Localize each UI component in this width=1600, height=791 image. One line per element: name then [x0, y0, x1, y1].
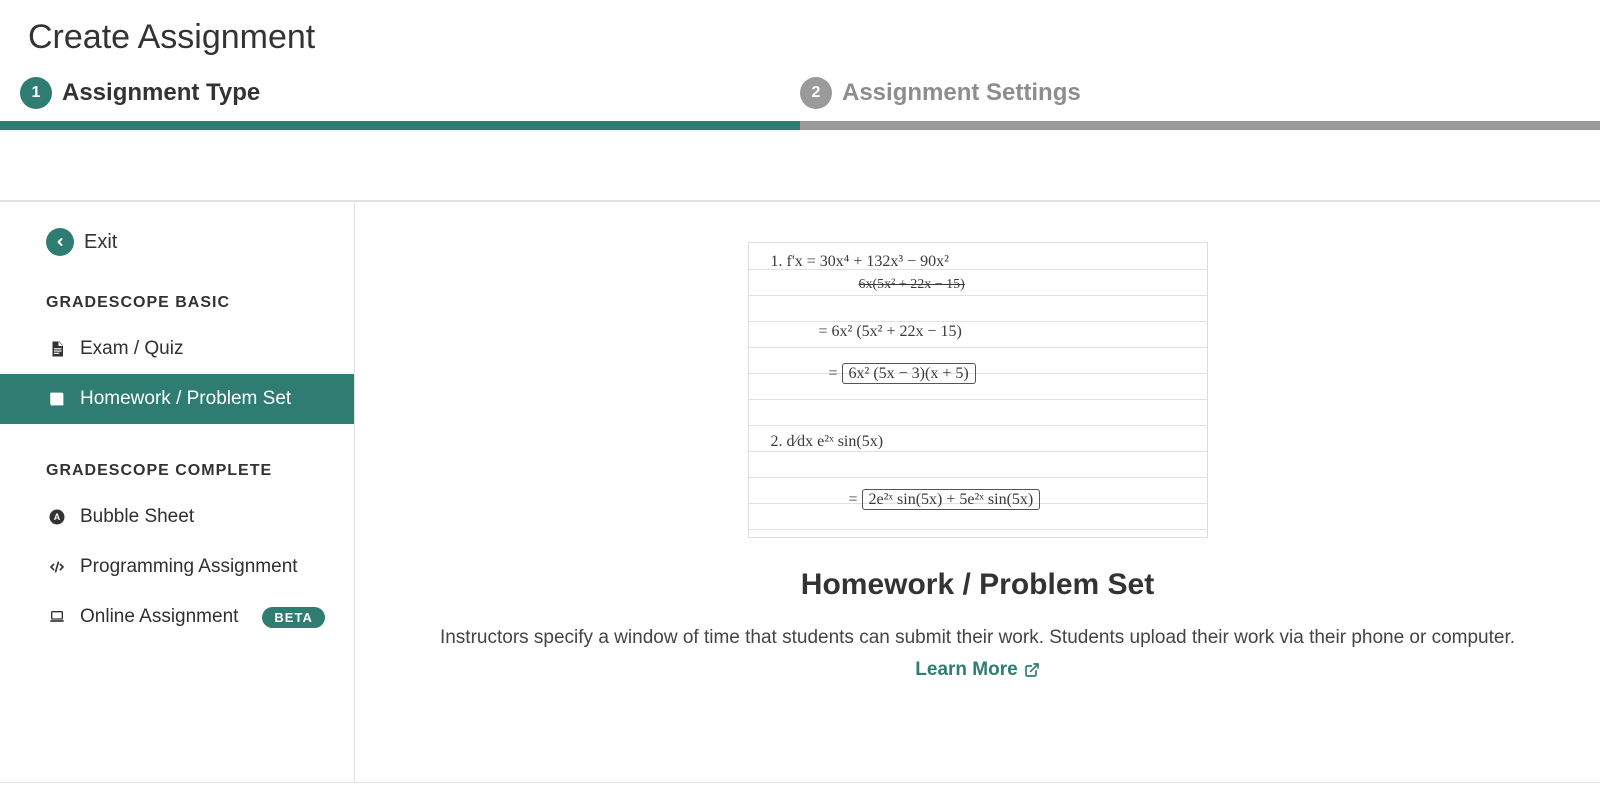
- step-indicator: 1 Assignment Type 2 Assignment Settings: [0, 77, 1600, 121]
- exit-button[interactable]: Exit: [0, 220, 354, 276]
- sidebar-item-online[interactable]: Online Assignment BETA: [0, 592, 354, 642]
- sidebar-item-exam-quiz[interactable]: Exam / Quiz: [0, 324, 354, 374]
- sidebar-item-label: Exam / Quiz: [80, 338, 183, 360]
- step-assignment-type[interactable]: 1 Assignment Type: [20, 77, 800, 121]
- document-icon: [46, 339, 68, 359]
- sidebar-item-label: Programming Assignment: [80, 556, 298, 578]
- sidebar-item-homework[interactable]: Homework / Problem Set: [0, 374, 354, 424]
- code-icon: [46, 559, 68, 575]
- external-link-icon: [1024, 662, 1040, 678]
- svg-text:A: A: [54, 512, 61, 522]
- chevron-left-icon: [46, 228, 74, 256]
- bubble-sheet-icon: A: [46, 508, 68, 526]
- main-panel: 1. f'x = 30x⁴ + 132x³ − 90x² 6x(5x² + 22…: [355, 202, 1600, 782]
- progress-bar: [0, 121, 1600, 130]
- sidebar-item-label: Online Assignment: [80, 606, 238, 628]
- selected-type-description: Instructors specify a window of time tha…: [438, 622, 1518, 687]
- section-header-complete: GRADESCOPE COMPLETE: [0, 444, 354, 492]
- step-number-badge: 1: [20, 77, 52, 109]
- book-icon: [46, 390, 68, 408]
- step-assignment-settings[interactable]: 2 Assignment Settings: [800, 77, 1580, 121]
- section-header-basic: GRADESCOPE BASIC: [0, 276, 354, 324]
- laptop-icon: [46, 609, 68, 625]
- beta-badge: BETA: [262, 607, 324, 628]
- sidebar-item-programming[interactable]: Programming Assignment: [0, 542, 354, 592]
- learn-more-link[interactable]: Learn More: [915, 654, 1039, 686]
- step-number-badge: 2: [800, 77, 832, 109]
- exit-label: Exit: [84, 231, 117, 254]
- step-label: Assignment Type: [62, 79, 260, 107]
- selected-type-heading: Homework / Problem Set: [801, 568, 1154, 602]
- step-label: Assignment Settings: [842, 79, 1081, 107]
- page-title: Create Assignment: [0, 0, 1600, 77]
- sidebar-item-bubble-sheet[interactable]: A Bubble Sheet: [0, 492, 354, 542]
- homework-illustration: 1. f'x = 30x⁴ + 132x³ − 90x² 6x(5x² + 22…: [748, 242, 1208, 538]
- sidebar-item-label: Bubble Sheet: [80, 506, 194, 528]
- sidebar: Exit GRADESCOPE BASIC Exam / Quiz Homewo…: [0, 202, 355, 782]
- sidebar-item-label: Homework / Problem Set: [80, 388, 291, 410]
